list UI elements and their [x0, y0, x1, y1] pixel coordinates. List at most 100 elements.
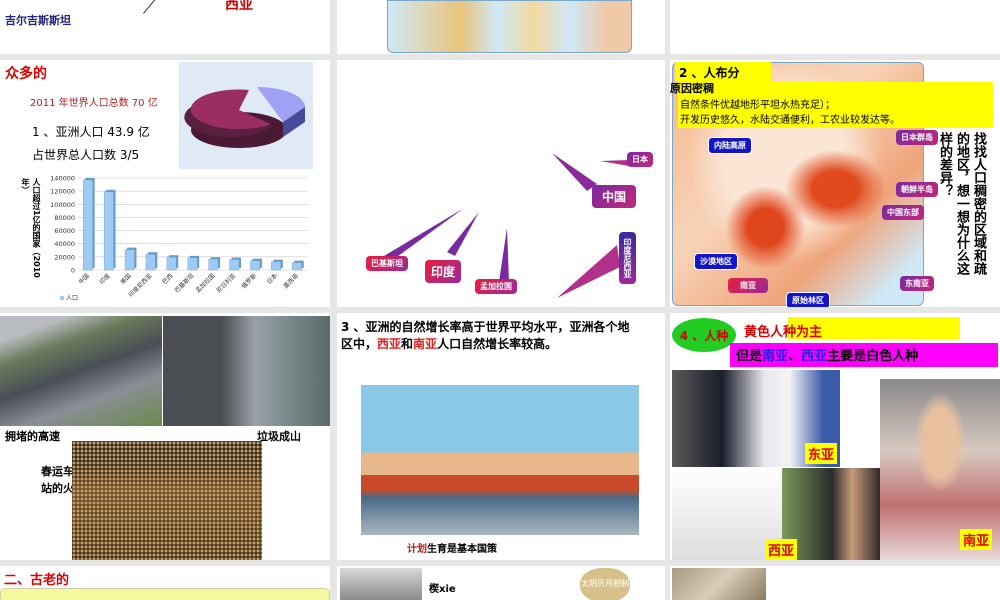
reason-history: 开发历史悠久，水陆交通便利，工农业较发达等。 [680, 115, 900, 126]
slide-race[interactable]: 4 、人种 黄色人种为主 但是南亚、西亚主要是白色人种 东亚 西亚 南亚 [670, 313, 1000, 560]
garbage-photo [163, 316, 330, 426]
label-plateau: 内陆高原 [708, 137, 752, 154]
population-bar-chart: 0 20000 40000 60000 80000 100000 120000 140000 中… [50, 175, 308, 302]
label-korea: 朝鲜半岛 [896, 182, 938, 197]
y-tick-label: 120000 [50, 188, 75, 196]
legend-label: 人口 [66, 295, 78, 302]
y-tick-label: 20000 [54, 253, 75, 261]
label-japan: 日本 [627, 152, 653, 167]
x-tick-label: 美国 [119, 272, 133, 286]
caption-red: 计划 [407, 544, 427, 555]
south-asia: 南亚 [413, 337, 438, 351]
slide-stone[interactable] [670, 566, 1000, 600]
sub-text-end: 主要是白色人种 [827, 349, 919, 364]
y-tick-label: 0 [71, 267, 75, 275]
bar [124, 249, 135, 271]
x-tick-label: 巴西 [161, 272, 174, 285]
caption-black: 生育是基本国策 [427, 544, 497, 555]
slide-ancient[interactable]: 二、古老的 [0, 566, 330, 600]
label-southeast-asia: 东南亚 [900, 276, 934, 291]
label-south-asia: 南亚 [728, 278, 768, 293]
subtitle: 原因密稠 [670, 82, 714, 95]
country-label: 吉尔吉斯斯坦 [5, 14, 71, 27]
sep: 、 [788, 349, 802, 364]
bar [187, 257, 198, 271]
region-label: 西亚 [225, 0, 253, 13]
x-tick-label: 印度 [98, 272, 112, 286]
ancient-map [0, 588, 330, 600]
asia-pop: 1 、亚洲人口 43.9 亿 [32, 125, 150, 139]
label-east-china: 中国东部 [882, 205, 924, 220]
caption-traffic: 拥堵的高速 [5, 430, 60, 443]
west-asia: 西亚 [377, 337, 402, 351]
slide-kyrgyz[interactable]: 西亚 吉尔吉斯斯坦 [0, 0, 330, 54]
label-japan-islands: 日本群岛 [896, 130, 938, 145]
x-tick-label: 中国 [77, 272, 91, 286]
slide-countries[interactable]: 日本 中国 巴基斯坦 印度 孟加拉国 印度尼西亚 [337, 60, 665, 307]
x-tick-label: 巴基斯坦 [173, 272, 196, 295]
bar [83, 179, 93, 271]
crowd-photo [72, 441, 262, 560]
slide-title: 众多的 [5, 66, 47, 82]
slide-problems[interactable]: 拥堵的高速 垃圾成山 春运车站的火 [0, 313, 330, 560]
bar [145, 254, 156, 271]
cuneiform-photo [340, 568, 422, 600]
x-tick-label: 墨西哥 [282, 272, 300, 290]
slide-blank[interactable] [670, 0, 1000, 54]
x-tick-label: 孟加拉国 [194, 272, 217, 295]
family-planning-poster [361, 385, 639, 535]
x-tick-label: 日本 [265, 272, 279, 286]
y-tick-label: 80000 [54, 214, 75, 222]
race-badge: 4 、人种 [672, 318, 736, 352]
bar [292, 262, 302, 271]
caption-garbage: 垃圾成山 [257, 430, 301, 443]
slide-distribution[interactable]: 2 、人布分 原因密稠 自然条件优越地形平坦水热充足）； 开发历史悠久，水陆交通… [670, 60, 1000, 307]
lunar-calendar-cloud: 太阴历月相制 [580, 568, 630, 600]
y-tick-label: 140000 [50, 175, 75, 183]
west-asia: 西亚 [801, 349, 828, 364]
slide-title: 2 、人布分 [675, 62, 771, 82]
bar [103, 191, 114, 271]
y-tick-label: 40000 [54, 240, 75, 248]
world-total: 2011 年世界人口总数 70 亿 [30, 98, 158, 109]
bar [250, 260, 261, 271]
pointer-line [143, 0, 158, 14]
slide-map-south[interactable] [337, 0, 665, 54]
label-desert: 沙漠地区 [694, 253, 738, 270]
growth-text-end: 人口自然增长率较高。 [437, 337, 558, 351]
slide-title: 二、古老的 [4, 573, 70, 588]
y-axis-label: 人口超过1亿的国家（2010年） [21, 178, 41, 278]
wedge-label: 楔xie [429, 584, 456, 595]
pie-chart [179, 62, 313, 169]
label-bangladesh: 孟加拉国 [475, 279, 517, 294]
label-east-asia: 东亚 [805, 443, 838, 464]
map-image [387, 0, 632, 53]
bar [271, 261, 282, 271]
and-text: 和 [401, 337, 414, 351]
label-south-asia: 南亚 [960, 529, 993, 550]
bar [166, 256, 177, 271]
stone-photo [672, 568, 766, 600]
label-india: 印度 [425, 260, 462, 283]
slide-title: 黄色人种为主 [744, 325, 823, 340]
caption-station: 春运车站的火 [41, 465, 74, 495]
label-pakistan: 巴基斯坦 [366, 256, 408, 271]
label-china: 中国 [592, 185, 637, 208]
legend-swatch [60, 296, 64, 300]
bar [229, 259, 240, 271]
label-indonesia: 印度尼西亚 [619, 232, 636, 284]
traffic-jam-photo [0, 316, 162, 426]
slide-growth[interactable]: 3 、亚洲的自然增长率高于世界平均水平，亚洲各个地区中，西亚和南亚人口自然增长率… [337, 313, 665, 560]
sub-text: 但是 [736, 349, 763, 364]
asia-share: 占世界总人口数 3/5 [32, 148, 140, 162]
slide-population[interactable]: 众多的 2011 年世界人口总数 70 亿 1 、亚洲人口 43.9 亿 占世界… [0, 60, 330, 307]
bar [208, 258, 219, 271]
y-tick-label: 60000 [54, 227, 75, 235]
slide-cuneiform[interactable]: 楔xie 太阴历月相制 [337, 566, 665, 600]
x-tick-label: 俄罗斯 [240, 272, 258, 290]
reason-natural: 自然条件优越地形平坦水热充足）； [680, 100, 835, 111]
label-west-asia: 西亚 [765, 539, 798, 560]
question-text: 找找人口稠密的区域和疏的地区，想一想为什么这样的差异？ [937, 132, 986, 275]
x-tick-label: 尼日利亚 [215, 272, 238, 295]
y-tick-label: 100000 [50, 201, 75, 209]
